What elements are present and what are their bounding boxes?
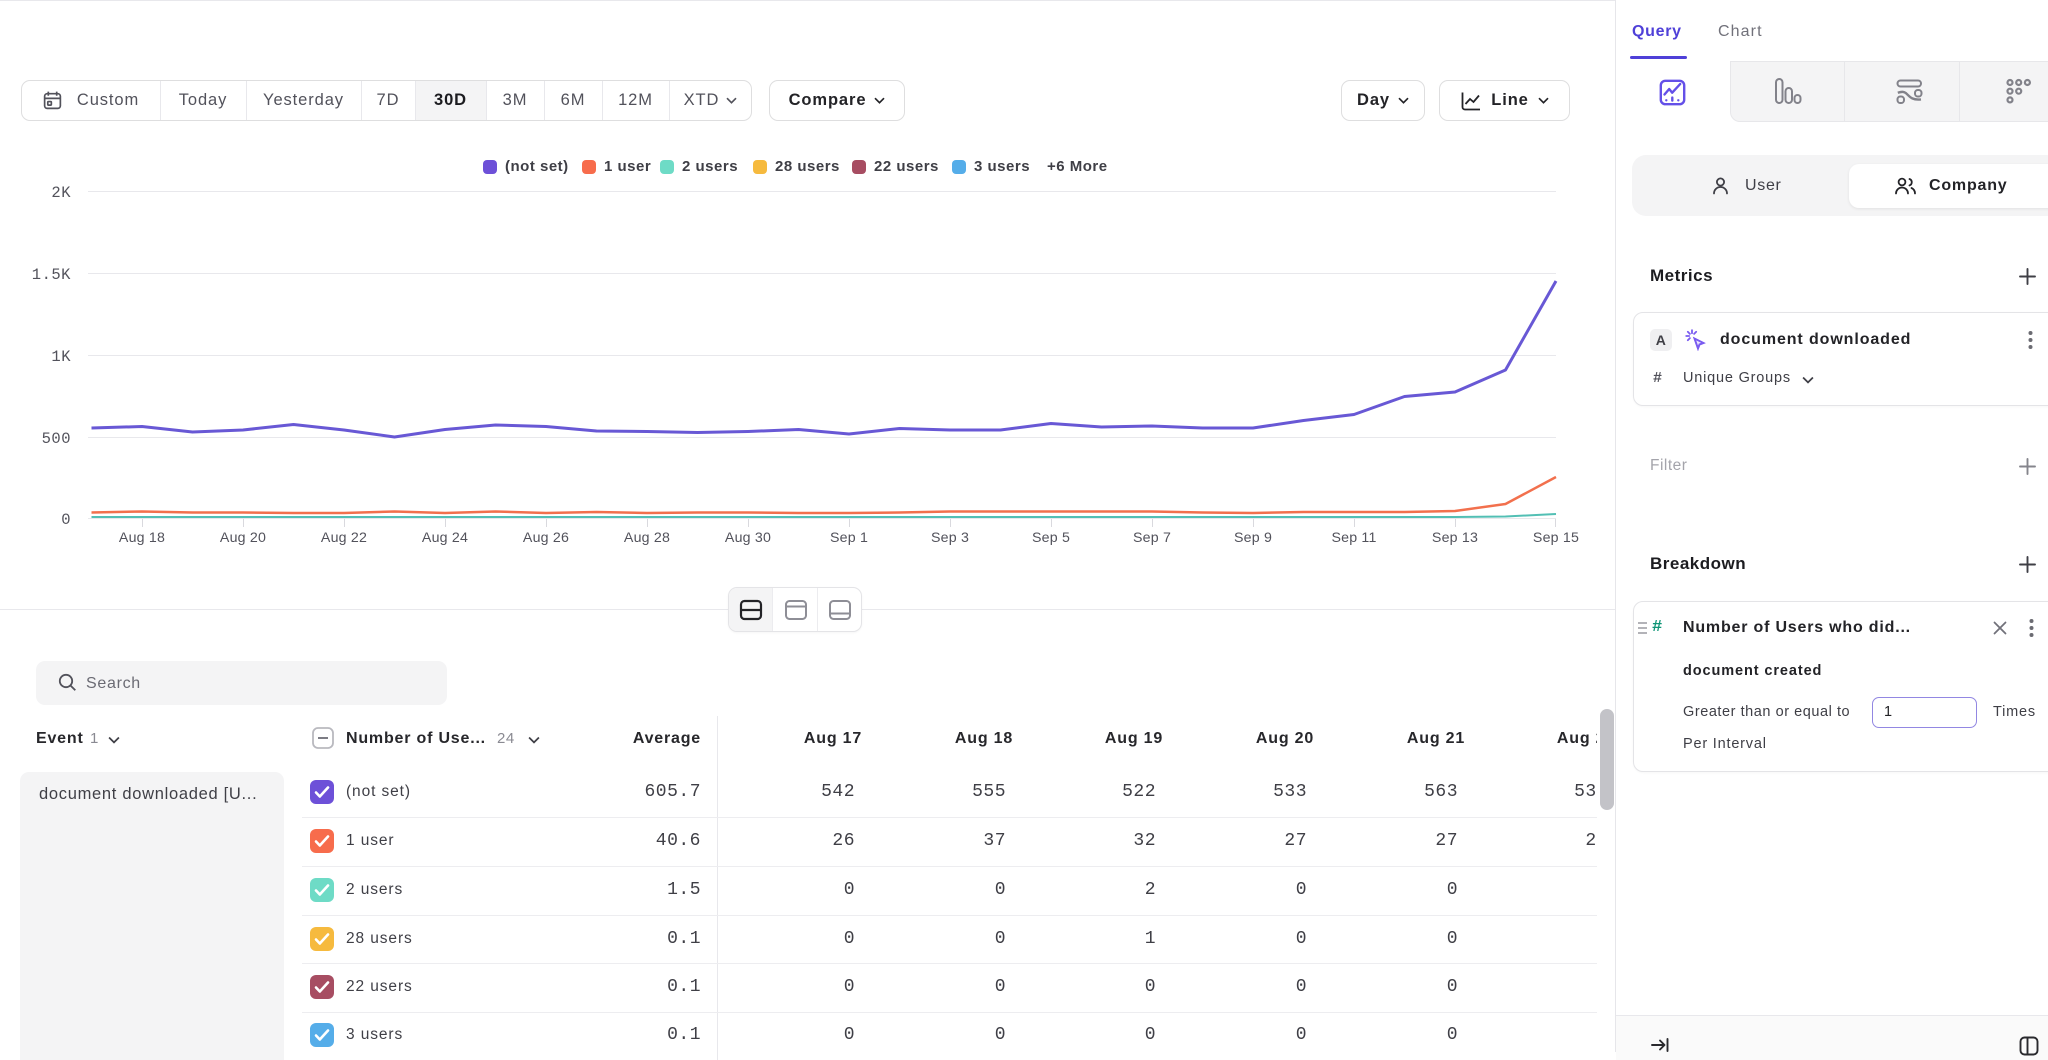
- svg-text:1.5K: 1.5K: [32, 266, 71, 284]
- svg-text:1K: 1K: [51, 348, 71, 366]
- svg-text:Sep 5: Sep 5: [1032, 530, 1070, 546]
- svg-text:Sep 11: Sep 11: [1331, 530, 1376, 546]
- svg-text:Aug 22: Aug 22: [321, 530, 367, 546]
- svg-text:Aug 20: Aug 20: [220, 530, 266, 546]
- svg-text:Aug 28: Aug 28: [624, 530, 670, 546]
- svg-text:Aug 26: Aug 26: [523, 530, 569, 546]
- svg-text:2K: 2K: [51, 184, 71, 202]
- svg-text:Sep 3: Sep 3: [931, 530, 969, 546]
- svg-text:Aug 30: Aug 30: [725, 530, 771, 546]
- svg-text:500: 500: [42, 430, 71, 448]
- svg-text:Sep 13: Sep 13: [1432, 530, 1478, 546]
- svg-text:Aug 18: Aug 18: [119, 530, 165, 546]
- svg-text:Sep 7: Sep 7: [1133, 530, 1171, 546]
- svg-text:Sep 15: Sep 15: [1533, 530, 1579, 546]
- svg-text:Sep 9: Sep 9: [1234, 530, 1272, 546]
- svg-text:Sep 1: Sep 1: [830, 530, 868, 546]
- svg-text:0: 0: [61, 511, 71, 529]
- svg-text:Aug 24: Aug 24: [422, 530, 468, 546]
